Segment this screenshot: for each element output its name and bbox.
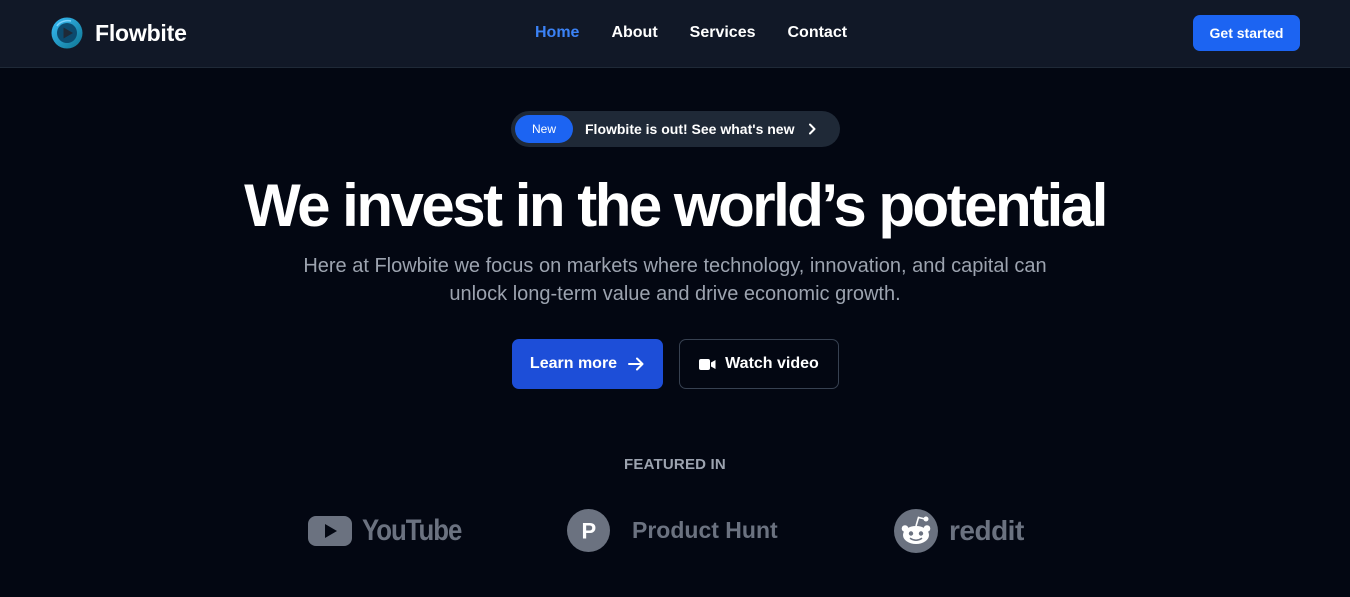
nav-item-home: Home — [535, 22, 611, 44]
hero-title: We invest in the world’s potential — [244, 172, 1108, 239]
learn-more-label: Learn more — [529, 355, 618, 372]
watch-video-label: Watch video — [725, 355, 819, 372]
youtube-logo[interactable]: YouTube — [308, 510, 477, 552]
watch-video-button[interactable]: Watch video — [679, 339, 839, 389]
producthunt-icon: P — [567, 509, 610, 552]
get-started-button[interactable]: Get started — [1193, 15, 1300, 51]
announcement-text: Flowbite is out! See what's new — [585, 121, 795, 137]
featured-in-label: FEATURED IN — [624, 456, 726, 473]
main-nav: Home About Services Contact — [535, 22, 879, 44]
arrow-right-icon — [628, 357, 644, 371]
brand-name: Flowbite — [95, 19, 187, 46]
announcement-pill[interactable]: New Flowbite is out! See what's new — [511, 111, 840, 147]
reddit-icon — [894, 508, 938, 553]
nav-item-services: Services — [690, 22, 788, 44]
navbar: Flowbite Home About Services Contact Get… — [0, 0, 1350, 68]
producthunt-wordmark: Product Hunt — [632, 517, 778, 543]
reddit-wordmark: reddit — [949, 514, 1024, 546]
reddit-logo[interactable]: reddit — [894, 508, 1024, 553]
new-badge: New — [515, 115, 573, 143]
nav-link-contact[interactable]: Contact — [788, 22, 848, 44]
nav-link-services[interactable]: Services — [690, 22, 756, 44]
svg-text:P: P — [581, 519, 596, 544]
nav-link-home[interactable]: Home — [535, 22, 579, 44]
hero-subtitle: Here at Flowbite we focus on markets whe… — [303, 255, 1047, 305]
youtube-icon — [308, 516, 352, 546]
flowbite-logo-icon — [51, 17, 83, 49]
chevron-right-icon — [809, 123, 816, 135]
video-camera-icon — [699, 358, 716, 370]
brand-link[interactable]: Flowbite — [51, 17, 187, 49]
nav-item-contact: Contact — [788, 22, 880, 44]
learn-more-button[interactable]: Learn more — [512, 339, 663, 389]
producthunt-logo[interactable]: P Product Hunt — [567, 509, 778, 552]
nav-item-about: About — [611, 22, 689, 44]
youtube-wordmark: YouTube — [362, 514, 462, 547]
nav-link-about[interactable]: About — [611, 22, 657, 44]
